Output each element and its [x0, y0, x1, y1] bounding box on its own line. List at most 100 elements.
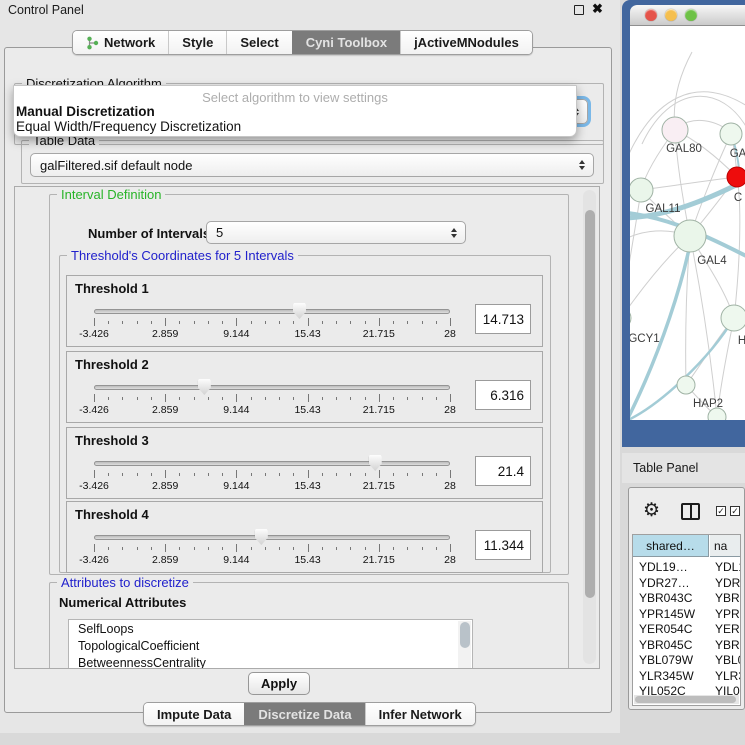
table-row[interactable]: YDR27…YDR2 [633, 575, 741, 591]
network-node[interactable] [630, 308, 631, 328]
panel-scrollbar[interactable] [583, 190, 596, 664]
checkbox-icon-2[interactable]: ✓ [730, 506, 740, 516]
algorithm-option-manual[interactable]: Manual Discretization [16, 104, 155, 119]
tab-jactivemnodules[interactable]: jActiveMNodules [400, 31, 532, 54]
slider-ticks [94, 544, 450, 553]
threshold-3-value[interactable]: 21.4 [475, 456, 531, 486]
slider-thumb[interactable] [293, 303, 306, 319]
table-row[interactable]: YLR345WYLR3 [633, 668, 741, 684]
slider-ticks [94, 394, 450, 403]
table-row[interactable]: YER054CYER0 [633, 621, 741, 637]
slider-tick-labels: -3.4262.8599.14415.4321.71528 [94, 328, 450, 340]
threshold-1-slider[interactable]: -3.4262.8599.14415.4321.71528 [94, 302, 450, 342]
table-data-value: galFiltered.sif default node [40, 158, 192, 173]
apply-button[interactable]: Apply [248, 672, 310, 695]
columns-icon[interactable] [681, 503, 700, 520]
panel-title: Control Panel [8, 3, 84, 17]
number-of-intervals-spinner[interactable]: 5 [206, 221, 466, 244]
table-row[interactable]: YDL19…YDL1 [633, 559, 741, 575]
close-icon[interactable]: ✖ [592, 1, 603, 17]
list-scrollbar[interactable] [458, 621, 471, 669]
table-data-combo[interactable]: galFiltered.sif default node [30, 153, 594, 177]
slider-tick-labels: -3.4262.8599.14415.4321.71528 [94, 480, 450, 492]
node-label: GCY1 [630, 333, 660, 345]
slider-thumb[interactable] [198, 379, 211, 395]
slider-track [94, 385, 450, 390]
scrollbar-thumb[interactable] [635, 696, 736, 703]
table-row[interactable]: YBL079WYBL0 [633, 652, 741, 668]
threshold-4-label: Threshold 4 [75, 507, 149, 522]
tab-impute-data[interactable]: Impute Data [144, 703, 244, 725]
threshold-2-slider[interactable]: -3.4262.8599.14415.4321.71528 [94, 378, 450, 418]
network-node[interactable] [720, 123, 742, 145]
network-canvas[interactable]: GAL80GACGAL11GAL4HGCY1HAP2 [630, 26, 745, 420]
column-header-name[interactable]: na [710, 535, 741, 557]
network-node[interactable] [674, 220, 706, 252]
minimize-traffic-light[interactable] [665, 9, 677, 21]
threshold-4-panel: Threshold 4 -3.4262.8599.14415.4321.7152… [66, 501, 543, 573]
list-item[interactable]: TopologicalCoefficient [69, 637, 472, 654]
bottom-tab-bar: Impute Data Discretize Data Infer Networ… [143, 702, 476, 726]
list-item[interactable]: BetweennessCentrality [69, 654, 472, 669]
tab-network[interactable]: Network [73, 31, 168, 54]
node-label: HAP2 [693, 398, 723, 410]
tab-network-label: Network [104, 35, 155, 50]
slider-thumb[interactable] [369, 455, 382, 471]
threshold-2-label: Threshold 2 [75, 357, 149, 372]
slider-thumb[interactable] [255, 529, 268, 545]
column-header-shared-name[interactable]: shared… [633, 535, 709, 557]
slider-track [94, 309, 450, 314]
threshold-3-slider[interactable]: -3.4262.8599.14415.4321.71528 [94, 454, 450, 494]
slider-ticks [94, 470, 450, 479]
algorithm-dropdown-popup: Select algorithm to view settings Manual… [13, 85, 577, 137]
node-label: C [734, 192, 742, 204]
scrollbar-thumb[interactable] [585, 210, 595, 598]
number-of-intervals-label: Number of Intervals [88, 226, 210, 241]
gear-icon[interactable]: ⚙ [643, 499, 660, 522]
tab-discretize-data[interactable]: Discretize Data [244, 703, 364, 725]
tab-infer-network[interactable]: Infer Network [365, 703, 475, 725]
thresholds-group: Threshold's Coordinates for 5 Intervals … [59, 255, 551, 573]
network-node[interactable] [630, 178, 653, 202]
slider-track [94, 461, 450, 466]
tab-select[interactable]: Select [226, 31, 291, 54]
table-row[interactable]: YBR043CYBR0 [633, 590, 741, 606]
node-table[interactable]: shared… na YDL19…YDL1YDR27…YDR2YBR043CYB… [632, 534, 741, 706]
network-window: GAL80GACGAL11GAL4HGCY1HAP2 [622, 0, 745, 447]
threshold-2-panel: Threshold 2 -3.4262.8599.14415.4321.7152… [66, 351, 543, 423]
network-node[interactable] [727, 167, 745, 187]
tab-cyni-toolbox[interactable]: Cyni Toolbox [292, 31, 400, 54]
numerical-attributes-list[interactable]: SelfLoopsTopologicalCoefficientBetweenne… [68, 619, 473, 669]
interval-definition-title: Interval Definition [57, 187, 165, 202]
numerical-attributes-label: Numerical Attributes [59, 595, 186, 610]
combo-arrows-icon [579, 154, 585, 176]
threshold-3-label: Threshold 3 [75, 433, 149, 448]
table-row[interactable]: YPR145WYPR1 [633, 606, 741, 622]
control-panel: Control Panel ✖ Network Style Select Cyn… [0, 0, 620, 733]
threshold-1-panel: Threshold 1 -3.4262.8599.14415.4321.7152… [66, 275, 543, 347]
network-node[interactable] [721, 305, 745, 331]
control-panel-titlebar: Control Panel ✖ [0, 0, 620, 20]
threshold-4-slider[interactable]: -3.4262.8599.14415.4321.71528 [94, 528, 450, 568]
network-icon [86, 36, 99, 50]
table-panel-bar: Table Panel [622, 453, 745, 483]
algorithm-option-equal-width[interactable]: Equal Width/Frequency Discretization [16, 119, 241, 134]
threshold-2-value[interactable]: 6.316 [475, 380, 531, 410]
threshold-4-value[interactable]: 11.344 [475, 530, 531, 560]
node-label: GAL11 [646, 203, 681, 215]
network-window-titlebar[interactable] [630, 5, 745, 26]
checkbox-icon-1[interactable]: ✓ [716, 506, 726, 516]
threshold-1-value[interactable]: 14.713 [475, 304, 531, 334]
thresholds-group-title: Threshold's Coordinates for 5 Intervals [67, 248, 298, 263]
table-horizontal-scrollbar[interactable] [634, 695, 739, 704]
float-window-icon[interactable] [574, 5, 584, 15]
interval-definition-group: Interval Definition Number of Intervals … [49, 194, 569, 575]
table-row[interactable]: YBR045CYBR0 [633, 637, 741, 653]
slider-ticks [94, 318, 450, 327]
close-traffic-light[interactable] [645, 9, 657, 21]
zoom-traffic-light[interactable] [685, 9, 697, 21]
network-node[interactable] [677, 376, 695, 394]
tab-style[interactable]: Style [168, 31, 226, 54]
list-item[interactable]: SelfLoops [69, 620, 472, 637]
network-node[interactable] [662, 117, 688, 143]
